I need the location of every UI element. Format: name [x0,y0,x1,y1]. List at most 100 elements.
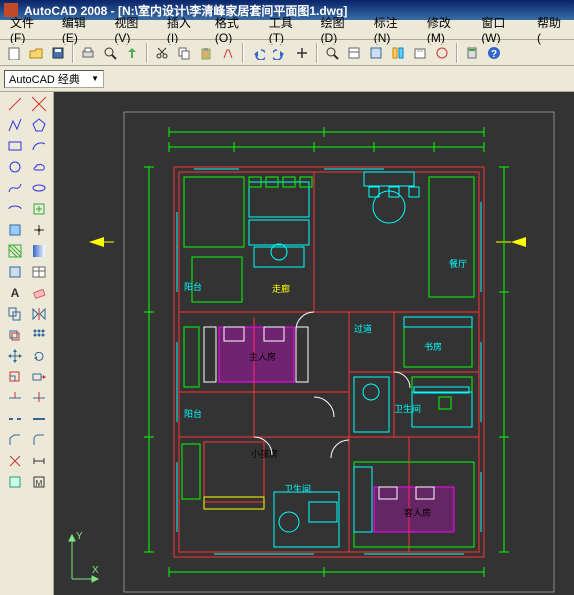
pan-button[interactable] [292,43,312,63]
markup-icon [435,46,449,60]
gradient-tool[interactable] [28,241,50,261]
chamfer-tool[interactable] [4,430,26,450]
designcenter-button[interactable] [366,43,386,63]
erase-tool[interactable] [28,283,50,303]
preview-button[interactable] [100,43,120,63]
open-icon [29,46,43,60]
table-tool[interactable] [28,262,50,282]
guest-bed-2: 客人房 [354,462,474,547]
hatch-tool[interactable] [4,241,26,261]
save-button[interactable] [48,43,68,63]
spline-tool[interactable] [4,178,26,198]
distance-tool[interactable] [28,451,50,471]
balcony-1 [192,257,242,302]
array-tool[interactable] [28,325,50,345]
massprop-tool[interactable]: M [28,472,50,492]
sheetset-icon [413,46,427,60]
new-button[interactable] [4,43,24,63]
distance-icon [31,453,47,469]
child-room: 小孩房 [204,442,294,509]
spline-icon [7,180,23,196]
calc-button[interactable] [462,43,482,63]
xline-tool[interactable] [28,94,50,114]
polygon-tool[interactable] [28,115,50,135]
scale-tool[interactable] [4,367,26,387]
extend-tool[interactable] [28,388,50,408]
join-tool[interactable] [28,409,50,429]
markup-button[interactable] [432,43,452,63]
toolpalettes-button[interactable] [388,43,408,63]
offset-tool[interactable] [4,325,26,345]
insert-icon [31,201,47,217]
array-icon [31,327,47,343]
revcloud-tool[interactable] [28,157,50,177]
ellipse-tool[interactable] [28,178,50,198]
menu-帮助([interactable]: 帮助( [531,12,570,47]
area-tool[interactable] [4,472,26,492]
mirror-tool[interactable] [28,304,50,324]
ellipse-icon [31,180,47,196]
hatch-icon [7,243,23,259]
svg-text:卫生间: 卫生间 [284,483,311,494]
kitchen-block [184,177,244,247]
explode-tool[interactable] [4,451,26,471]
move-tool[interactable] [4,346,26,366]
zoom-icon [325,46,339,60]
massprop-icon: M [31,474,47,490]
break-tool[interactable] [4,409,26,429]
offset-icon [7,327,23,343]
redo-button[interactable] [270,43,290,63]
workspace-value: AutoCAD 经典 [9,71,80,87]
copy-button[interactable] [174,43,194,63]
paste-button[interactable] [196,43,216,63]
drawing-canvas[interactable]: 餐厅 主人房 过道 走廊 书房 [54,92,574,595]
help-button[interactable]: ? [484,43,504,63]
trim-tool[interactable] [4,388,26,408]
point-tool[interactable] [28,220,50,240]
rotate-icon [31,348,47,364]
arc-tool[interactable] [28,136,50,156]
svg-text:主人房: 主人房 [249,351,276,362]
gradient-icon [31,243,47,259]
svg-text:卫生间: 卫生间 [394,403,421,414]
restaurant-wall [429,177,474,297]
scale-icon [7,369,23,385]
copy-tool[interactable] [4,304,26,324]
line-icon [7,96,23,112]
living-sofa [249,182,309,267]
block-tool[interactable] [4,220,26,240]
zoom-button[interactable] [322,43,342,63]
circle-tool[interactable] [4,157,26,177]
save-icon [51,46,65,60]
fillet-tool[interactable] [28,430,50,450]
undo-button[interactable] [248,43,268,63]
join-icon [31,411,47,427]
region-tool[interactable] [4,262,26,282]
cut-button[interactable] [152,43,172,63]
designcenter-icon [369,46,383,60]
properties-button[interactable] [344,43,364,63]
publish-button[interactable] [122,43,142,63]
workspace-select[interactable]: AutoCAD 经典 ▼ [4,70,104,88]
pline-tool[interactable] [4,115,26,135]
match-button[interactable] [218,43,238,63]
insert-tool[interactable] [28,199,50,219]
line-tool[interactable] [4,94,26,114]
mtext-tool[interactable]: A [4,283,26,303]
draw-modify-toolbar: AM [0,92,54,595]
explode-icon [7,453,23,469]
chevron-down-icon: ▼ [91,74,99,83]
undo-icon [251,46,265,60]
plot-button[interactable] [78,43,98,63]
stretch-tool[interactable] [28,367,50,387]
ellipsearc-tool[interactable] [4,199,26,219]
open-button[interactable] [26,43,46,63]
rotate-tool[interactable] [28,346,50,366]
svg-text:小孩房: 小孩房 [251,448,278,459]
erase-icon [31,285,47,301]
block-icon [7,222,23,238]
rect-icon [7,138,23,154]
sheetset-button[interactable] [410,43,430,63]
circle-icon [7,159,23,175]
rect-tool[interactable] [4,136,26,156]
